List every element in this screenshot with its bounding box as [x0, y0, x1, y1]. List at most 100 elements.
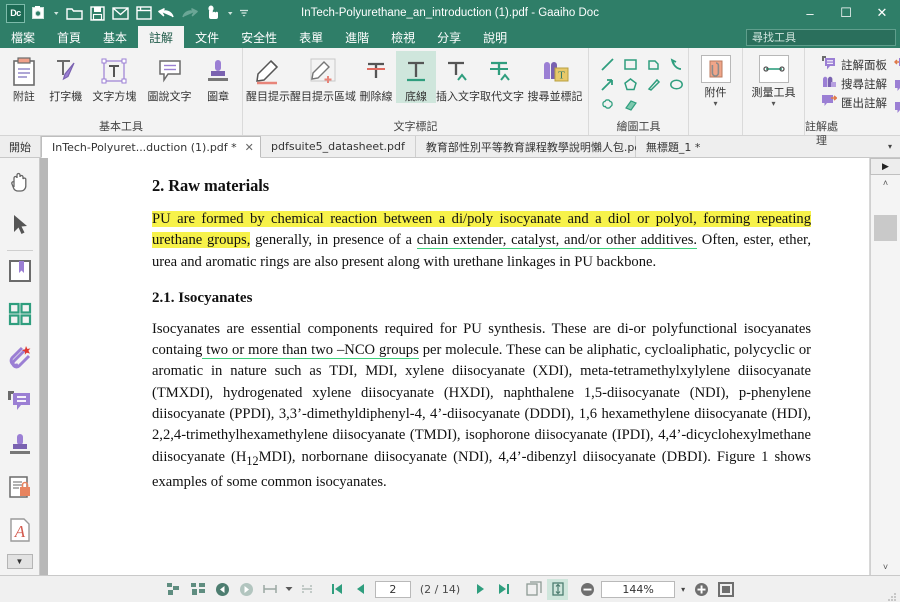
polygon-cloud-icon[interactable] — [642, 54, 665, 74]
menu-item-document[interactable]: 文件 — [184, 26, 230, 48]
arrow-icon[interactable] — [596, 74, 619, 94]
expand-panel-button[interactable]: ▶ — [870, 158, 900, 175]
print-icon[interactable] — [133, 3, 154, 24]
line-icon[interactable] — [596, 54, 619, 74]
page-layout-icon[interactable] — [523, 579, 544, 600]
sidebar-item-thumbnails[interactable] — [2, 295, 38, 338]
pencil-icon[interactable] — [642, 74, 665, 94]
tool-stamp[interactable]: 圖章 — [197, 51, 239, 103]
import-comment-icon[interactable] — [893, 57, 900, 76]
zoom-in-button[interactable] — [691, 579, 712, 600]
customize-qat-icon[interactable] — [238, 3, 249, 24]
tab-intech-polyurethane[interactable]: InTech-Polyuret...duction (1).pdf * ✕ — [41, 136, 261, 158]
previous-page-button[interactable] — [351, 579, 372, 600]
sidebar-item-security[interactable] — [2, 468, 38, 511]
tool-callout[interactable]: 圖說文字 — [142, 51, 197, 103]
page-number-input[interactable]: 2 — [374, 580, 411, 598]
tool-highlight[interactable]: 醒目提示 — [246, 51, 290, 103]
sidebar-item-stamps[interactable] — [2, 425, 38, 468]
previous-view-icon[interactable] — [212, 579, 233, 600]
split-view-icon[interactable] — [297, 579, 318, 600]
sidebar-item-select-arrow[interactable] — [2, 206, 38, 249]
select-tool-icon[interactable] — [202, 3, 223, 24]
tool-sticky-note[interactable]: 附註 — [3, 51, 45, 103]
tool-replace-text[interactable]: 取代文字 — [480, 51, 524, 103]
tool-measure[interactable]: 測量工具 ▾ — [746, 51, 801, 108]
tab-overflow-icon[interactable]: ▾ — [880, 136, 900, 157]
pentagon-icon[interactable] — [619, 74, 642, 94]
sidebar-more-icon[interactable]: ▼ — [6, 554, 33, 569]
save-icon[interactable] — [87, 3, 108, 24]
tool-text-box[interactable]: 文字方塊 — [87, 51, 142, 103]
action-search-comment[interactable]: 搜尋註解 — [821, 74, 887, 93]
menu-item-comment[interactable]: 註解 — [138, 26, 185, 48]
vertical-scrollbar[interactable]: ˄ ˅ — [870, 175, 900, 575]
redo-icon[interactable] — [179, 3, 200, 24]
document-view[interactable]: 2. Raw materials PU are formed by chemic… — [48, 158, 869, 575]
tab-untitled-1[interactable]: 無標題_1 * — [635, 136, 711, 157]
tab-moe-gender-equality[interactable]: 教育部性別平等教育課程教學說明懶人包.pdf — [415, 136, 645, 157]
undo-icon[interactable] — [156, 3, 177, 24]
scroll-up-icon[interactable]: ˄ — [871, 175, 900, 191]
minimize-button[interactable]: – — [792, 0, 828, 26]
tab-pdfsuite5-datasheet[interactable]: pdfsuite5_datasheet.pdf — [261, 136, 416, 157]
zoom-level-input[interactable]: 144% — [601, 580, 676, 598]
menu-item-file[interactable]: 檔案 — [0, 26, 46, 48]
arrow-up-left-icon[interactable] — [665, 54, 688, 74]
page-layout-dropdown-icon[interactable] — [284, 579, 294, 600]
pan-page-icon[interactable] — [164, 579, 185, 600]
first-page-button[interactable] — [327, 579, 348, 600]
fullscreen-icon[interactable] — [715, 579, 736, 600]
tool-search-and-markup[interactable]: T 搜尋並標記 — [524, 51, 586, 103]
tool-underline[interactable]: 底線 — [396, 51, 436, 103]
menu-item-basic[interactable]: 基本 — [92, 26, 138, 48]
sidebar-item-bookmarks[interactable] — [2, 252, 38, 295]
rectangle-icon[interactable] — [619, 54, 642, 74]
scrollbar-thumb[interactable] — [874, 215, 897, 241]
search-input[interactable] — [750, 29, 899, 45]
next-page-button[interactable] — [469, 579, 490, 600]
new-document-dropdown-icon[interactable] — [51, 3, 62, 24]
menu-item-help[interactable]: 說明 — [472, 26, 518, 48]
sidebar-item-comments[interactable] — [2, 382, 38, 425]
sidebar-item-attachments[interactable] — [2, 339, 38, 382]
tool-highlight-area[interactable]: 醒目提示區域 — [290, 51, 356, 103]
select-tool-dropdown-icon[interactable] — [225, 3, 236, 24]
tool-typewriter[interactable]: 打字機 — [45, 51, 87, 103]
menu-item-form[interactable]: 表單 — [288, 26, 334, 48]
tool-strikethrough[interactable]: 刪除線 — [356, 51, 396, 103]
eraser-icon[interactable] — [619, 94, 642, 114]
resize-grip[interactable] — [886, 589, 897, 601]
close-icon[interactable]: ✕ — [245, 141, 254, 154]
maximize-button[interactable]: ☐ — [828, 0, 864, 26]
comment-status-icon[interactable] — [894, 101, 900, 120]
email-icon[interactable] — [110, 3, 131, 24]
zoom-out-button[interactable] — [577, 579, 598, 600]
action-export-comment[interactable]: 匯出註解 — [821, 93, 887, 112]
tab-start[interactable]: 開始 — [0, 136, 41, 157]
last-page-button[interactable] — [493, 579, 514, 600]
menu-item-home[interactable]: 首頁 — [46, 26, 92, 48]
new-document-icon[interactable] — [28, 3, 49, 24]
action-comment-panel[interactable]: 註解面板 — [821, 55, 887, 74]
menu-item-advanced[interactable]: 進階 — [334, 26, 380, 48]
ellipse-icon[interactable] — [665, 74, 688, 94]
zoom-dropdown-icon[interactable]: ▾ — [678, 585, 688, 594]
tool-attachment[interactable]: 附件 ▾ — [692, 51, 739, 108]
measure-dropdown-icon[interactable]: ▾ — [771, 100, 775, 108]
menu-item-view[interactable]: 檢視 — [380, 26, 426, 48]
menu-item-security[interactable]: 安全性 — [230, 26, 288, 48]
next-view-icon[interactable] — [236, 579, 257, 600]
attachment-dropdown-icon[interactable]: ▾ — [713, 100, 717, 108]
reflow-icon[interactable] — [188, 579, 209, 600]
sidebar-item-fonts[interactable]: A — [2, 511, 38, 554]
sidebar-item-hand-tool[interactable] — [2, 163, 38, 206]
scroll-down-icon[interactable]: ˅ — [871, 559, 900, 575]
send-comment-icon[interactable] — [894, 79, 900, 98]
page-layout-single-icon[interactable] — [260, 579, 281, 600]
search-tools-box[interactable]: 🔍 ˄ — [746, 28, 899, 46]
cloud-icon[interactable] — [596, 94, 619, 114]
continuous-scroll-icon[interactable] — [547, 578, 569, 600]
tool-insert-text[interactable]: 插入文字 — [436, 51, 480, 103]
close-button[interactable]: ✕ — [864, 0, 900, 26]
